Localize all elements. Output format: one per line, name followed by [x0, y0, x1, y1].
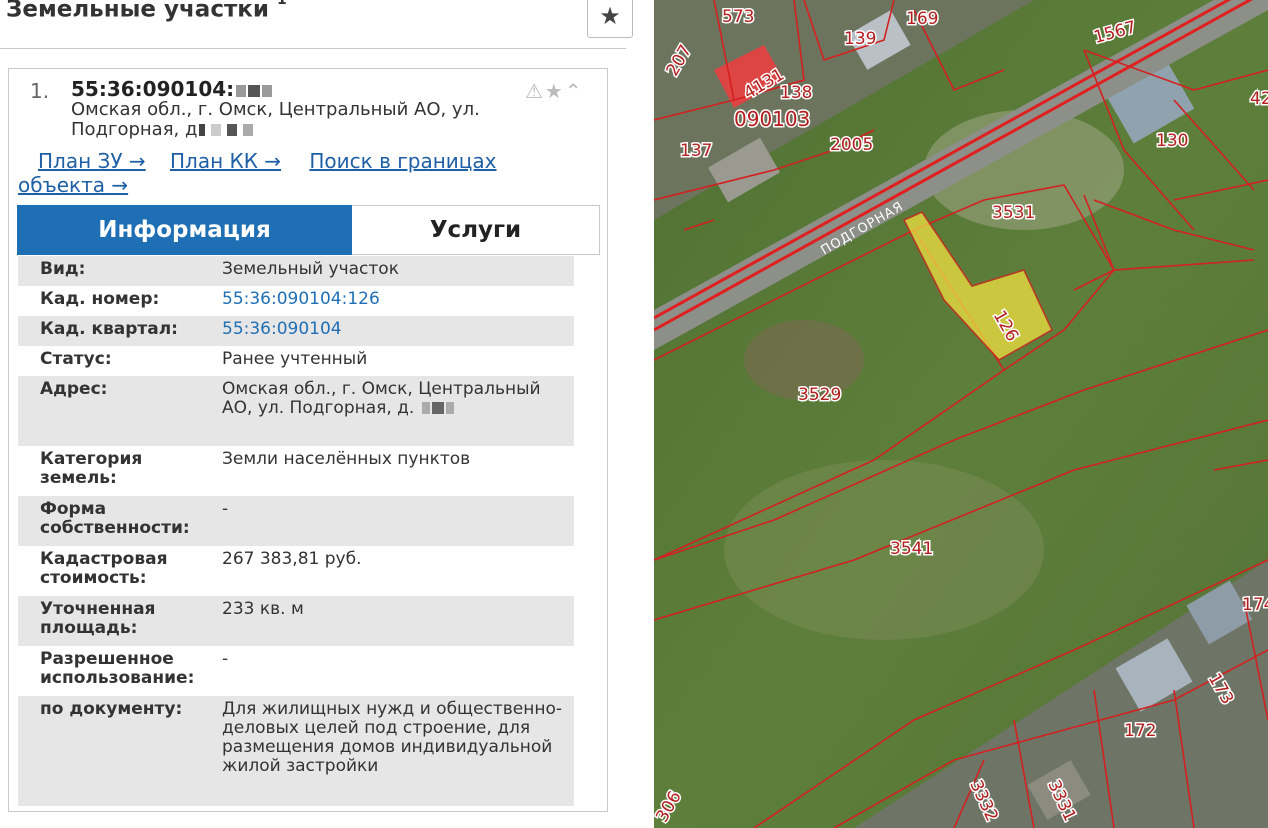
tab-information[interactable]: Информация [17, 205, 352, 255]
redaction-mark [431, 402, 444, 414]
info-value: - [222, 649, 229, 669]
map-label: 3531 [992, 203, 1035, 223]
map-label: 174 [1242, 595, 1268, 615]
info-value: - [222, 499, 229, 519]
result-number: 1. [30, 79, 50, 103]
map-canvas[interactable]: ПОДГОРНАЯ 573 169 139 207 4131 138 09010… [654, 0, 1268, 828]
map-field-patch [724, 460, 1044, 640]
info-value: 233 кв. м [222, 599, 304, 619]
cad-quarter-link[interactable]: 55:36:090104 [222, 320, 574, 342]
info-row-category: Категория земель: Земли населённых пункт… [18, 446, 574, 496]
map-label: 2005 [830, 135, 873, 155]
info-value: Для жилищных нужд и общественно-деловых … [222, 699, 563, 776]
favorite-button[interactable]: ★ [587, 0, 633, 38]
info-label: Кад. номер: [40, 289, 160, 309]
info-label: Уточненная площадь: [40, 599, 156, 638]
redaction-mark [262, 84, 273, 97]
info-row-cad-quarter: Кад. квартал: 55:36:090104 [18, 316, 574, 346]
tab-bar: Информация Услуги [17, 205, 600, 255]
info-row-cad-number: Кад. номер: 55:36:090104:126 [18, 286, 574, 316]
redaction-mark [243, 124, 254, 136]
map-label: 427 [1250, 89, 1268, 109]
map-label: 573 [722, 7, 754, 27]
info-address-text: Омская обл., г. Омск, Центральный АО, ул… [222, 379, 541, 418]
tab-services[interactable]: Услуги [352, 205, 600, 255]
info-row-cadastral-cost: Кадастровая стоимость: 267 383,81 руб. [18, 546, 574, 596]
info-value: Земли населённых пунктов [222, 449, 471, 469]
map-label: 138 [780, 83, 812, 103]
plan-zu-link[interactable]: План ЗУ → [38, 149, 146, 173]
result-address-text: Подгорная, д [71, 119, 198, 140]
info-label: Статус: [40, 349, 112, 369]
redaction-mark [421, 402, 430, 414]
info-label: Категория земель: [40, 449, 143, 488]
redaction-mark [248, 84, 261, 97]
map-label: 139 [844, 29, 876, 49]
divider [0, 48, 626, 49]
info-row-by-document: по документу: Для жилищных нужд и общест… [18, 696, 574, 806]
result-cad-number[interactable]: 55:36:090104: [71, 77, 273, 101]
info-row-address: Адрес: Омская обл., г. Омск, Центральный… [18, 376, 574, 446]
plan-kk-link[interactable]: План КК → [170, 149, 281, 173]
info-label: Адрес: [40, 379, 108, 399]
page-title: Земельные участки 1 [6, 0, 287, 23]
result-card: 1. 55:36:090104: ⚠★⌃ Омская обл., г. Омс… [8, 68, 608, 812]
cad-number-link[interactable]: 55:36:090104:126 [222, 290, 574, 312]
info-row-status: Статус: Ранее учтенный [18, 346, 574, 376]
parcel-panel: Земельные участки 1 ★ 1. 55:36:090104: ⚠… [0, 0, 640, 828]
redaction-mark [236, 84, 247, 97]
cadastral-map[interactable]: ПОДГОРНАЯ 573 169 139 207 4131 138 09010… [654, 0, 1268, 828]
info-row-type: Вид: Земельный участок [18, 256, 574, 286]
star-icon: ★ [599, 2, 621, 30]
redaction-mark [227, 124, 238, 136]
info-value: Ранее учтенный [222, 349, 368, 369]
info-label: Вид: [40, 259, 86, 279]
map-label: 3541 [890, 539, 933, 559]
redaction-mark [445, 402, 454, 414]
info-value: Омская обл., г. Омск, Центральный АО, ул… [222, 380, 574, 442]
map-label: 137 [680, 141, 712, 161]
map-label: 130 [1156, 131, 1188, 151]
info-value: Земельный участок [222, 259, 399, 279]
map-label: 090103 [734, 107, 810, 131]
map-label: 3529 [798, 385, 841, 405]
info-label: Кад. квартал: [40, 319, 178, 339]
info-label: по документу: [40, 699, 183, 719]
result-cad-text: 55:36:090104: [71, 77, 235, 101]
info-row-permitted-use: Разрешенное использование: - [18, 646, 574, 696]
redaction-mark [199, 124, 206, 136]
result-address-line1: Омская обл., г. Омск, Центральный АО, ул… [71, 99, 480, 120]
result-address: Омская обл., г. Омск, Центральный АО, ул… [71, 100, 541, 140]
info-table: Вид: Земельный участок Кад. номер: 55:36… [18, 256, 574, 806]
redaction-mark [211, 124, 222, 136]
info-row-ownership: Форма собственности: - [18, 496, 574, 546]
info-label: Форма собственности: [40, 499, 190, 538]
page-title-sup: 1 [277, 0, 287, 8]
result-links: План ЗУ → План КК → Поиск в границах объ… [18, 149, 588, 197]
info-label: Разрешенное использование: [40, 649, 195, 688]
map-label: 172 [1124, 721, 1156, 741]
result-address-line2: Подгорная, д [71, 120, 541, 140]
info-row-area: Уточненная площадь: 233 кв. м [18, 596, 574, 646]
page-title-text: Земельные участки [6, 0, 270, 23]
info-label: Кадастровая стоимость: [40, 549, 168, 588]
map-label: 169 [906, 9, 938, 29]
info-value: 267 383,81 руб. [222, 549, 362, 569]
